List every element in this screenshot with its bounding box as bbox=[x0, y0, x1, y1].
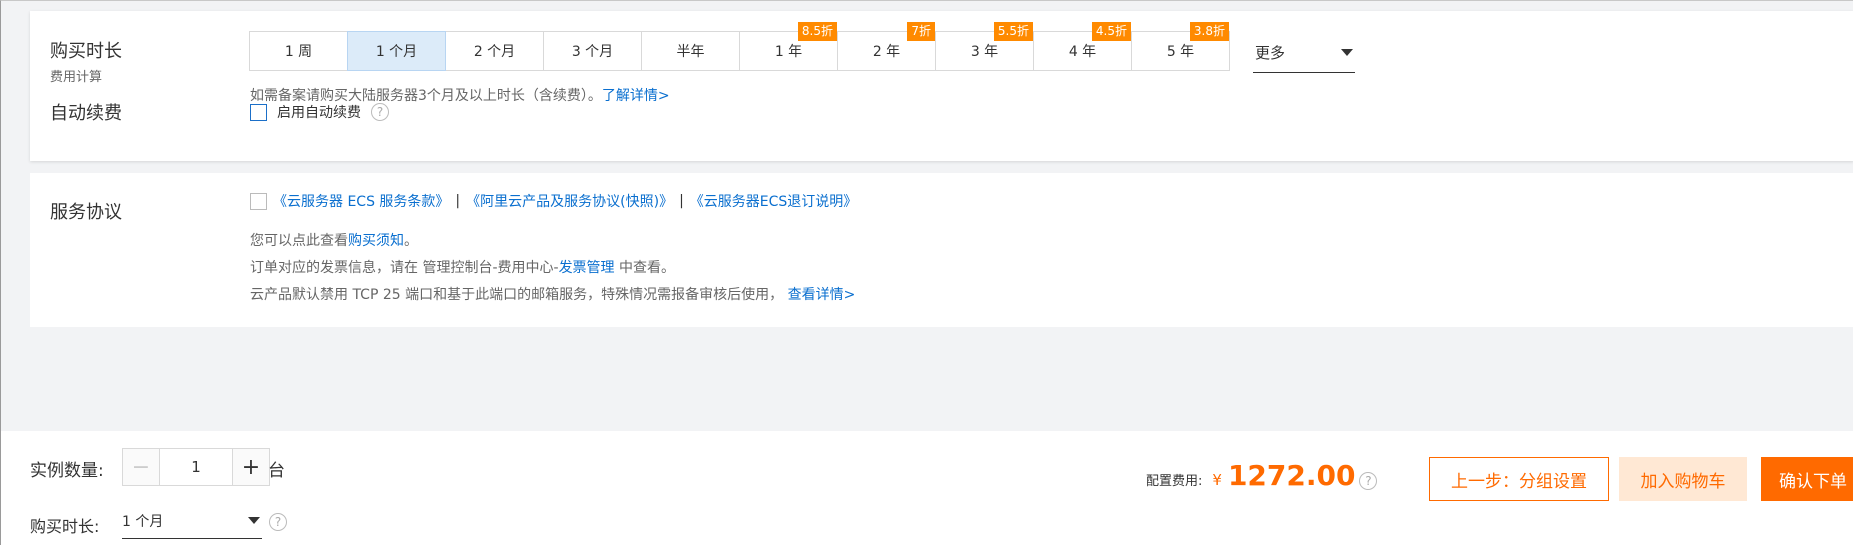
discount-badge: 7折 bbox=[907, 22, 935, 41]
period-option[interactable]: 2 个月 bbox=[445, 31, 544, 71]
fee-label: 配置费用: bbox=[1146, 474, 1203, 489]
increase-button[interactable]: + bbox=[232, 448, 270, 486]
agreement-links-row: 《云服务器 ECS 服务条款》 | 《阿里云产品及服务协议(快照)》 | 《云服… bbox=[250, 191, 857, 211]
auto-renew-row: 启用自动续费 ? bbox=[250, 102, 389, 122]
purchase-notice-text: 您可以点此查看 bbox=[250, 233, 348, 249]
fee-amount: 1272.00 bbox=[1227, 459, 1356, 492]
period-option[interactable]: 5 年 3.8折 bbox=[1131, 22, 1230, 71]
tcp25-line: 云产品默认禁用 TCP 25 端口和基于此端口的邮箱服务，特殊情况需报备审核后使… bbox=[250, 284, 855, 304]
invoice-management-link[interactable]: 发票管理 bbox=[559, 260, 615, 276]
auto-renew-checkbox[interactable] bbox=[250, 103, 267, 121]
period-option-label: 2 个月 bbox=[473, 44, 516, 60]
purchase-notice-link[interactable]: 购买须知 bbox=[348, 233, 404, 249]
tcp25-details-link[interactable]: 查看详情> bbox=[788, 287, 856, 303]
period-option-label: 2 年 bbox=[872, 44, 901, 60]
aliyun-agreement-link[interactable]: 《阿里云产品及服务协议(快照)》 bbox=[466, 191, 673, 211]
discount-badge: 8.5折 bbox=[797, 22, 837, 41]
fee-calc-label: 费用计算 bbox=[50, 70, 103, 85]
invoice-line: 订单对应的发票信息，请在 管理控制台-费用中心-发票管理 中查看。 bbox=[250, 257, 675, 277]
period-option[interactable]: 3 年 5.5折 bbox=[935, 22, 1034, 71]
quantity-label: 实例数量: bbox=[30, 461, 104, 481]
period-option-label: 1 周 bbox=[284, 44, 313, 60]
bottom-duration-label: 购买时长: bbox=[30, 517, 100, 536]
fee-summary: 配置费用: ¥ 1272.00 ? bbox=[1146, 459, 1378, 492]
period-option[interactable]: 2 年 7折 bbox=[837, 22, 936, 71]
prev-step-button[interactable]: 上一步：分组设置 bbox=[1429, 457, 1609, 501]
add-to-cart-button[interactable]: 加入购物车 bbox=[1619, 457, 1747, 501]
period-option-label: 4 年 bbox=[1068, 44, 1097, 60]
help-icon[interactable]: ? bbox=[371, 103, 389, 121]
discount-badge: 5.5折 bbox=[993, 22, 1033, 41]
bottom-duration-value: 1 个月 bbox=[122, 513, 164, 530]
discount-badge: 4.5折 bbox=[1091, 22, 1131, 41]
invoice-text: 订单对应的发票信息，请在 管理控制台-费用中心- bbox=[250, 260, 559, 276]
discount-badge: 3.8折 bbox=[1189, 22, 1229, 41]
agreement-checkbox[interactable] bbox=[250, 192, 267, 210]
auto-renew-checkbox-label: 启用自动续费 bbox=[277, 105, 361, 121]
link-separator: | bbox=[679, 193, 684, 209]
ecs-terms-link[interactable]: 《云服务器 ECS 服务条款》 bbox=[273, 191, 449, 211]
link-separator: | bbox=[455, 193, 461, 209]
period-option[interactable]: 1 周 bbox=[249, 31, 348, 71]
period-option-label: 3 个月 bbox=[571, 44, 614, 60]
period-option-label: 半年 bbox=[676, 44, 705, 60]
quantity-input[interactable]: 1 bbox=[160, 448, 232, 486]
more-periods-select[interactable]: 更多 bbox=[1253, 33, 1355, 73]
decrease-button[interactable]: − bbox=[122, 448, 160, 486]
period-option-label: 5 年 bbox=[1166, 44, 1195, 60]
quantity-stepper: − 1 + bbox=[122, 448, 270, 486]
purchase-notice-suffix: 。 bbox=[404, 233, 418, 249]
agreement-card: 服务协议 《云服务器 ECS 服务条款》 | 《阿里云产品及服务协议(快照)》 … bbox=[30, 173, 1853, 327]
quantity-unit: 台 bbox=[268, 461, 285, 481]
period-option-label: 3 年 bbox=[970, 44, 999, 60]
period-selector: 1 周1 个月 2 个月 3 个月 半年 1 年 8.5折 2 年 7折 3 年 5.5折 4 年4… bbox=[249, 22, 1230, 71]
currency-symbol: ¥ bbox=[1212, 471, 1222, 489]
duration-card: 购买时长 费用计算 1 周1 个月 2 个月 3 个月 半年 1 年 8.5折 2 年 7折 3… bbox=[30, 11, 1853, 161]
auto-renew-label: 自动续费 bbox=[50, 103, 122, 124]
help-icon[interactable]: ? bbox=[269, 513, 287, 531]
filing-learn-more-link[interactable]: 了解详情> bbox=[602, 88, 670, 104]
help-icon[interactable]: ? bbox=[1359, 472, 1378, 490]
order-bottom-bar: 实例数量: − 1 + 台 购买时长: 1 个月 ? 配置费用: ¥ 1272.… bbox=[1, 431, 1853, 545]
refund-policy-link[interactable]: 《云服务器ECS退订说明》 bbox=[690, 191, 858, 211]
period-option[interactable]: 4 年 4.5折 bbox=[1033, 22, 1132, 71]
period-option[interactable]: 1 年 8.5折 bbox=[739, 22, 838, 71]
period-option[interactable]: 半年 bbox=[641, 31, 740, 71]
period-option[interactable]: 1 个月 bbox=[347, 31, 446, 71]
period-option-label: 1 个月 bbox=[375, 44, 418, 60]
period-option-label: 1 年 bbox=[774, 44, 803, 60]
caret-down-icon bbox=[1341, 49, 1353, 56]
caret-down-icon bbox=[248, 517, 260, 524]
duration-label: 购买时长 bbox=[50, 41, 122, 62]
period-option[interactable]: 3 个月 bbox=[543, 31, 642, 71]
purchase-notice-line: 您可以点此查看购买须知。 bbox=[250, 230, 418, 250]
agreement-label: 服务协议 bbox=[50, 202, 122, 223]
more-periods-label: 更多 bbox=[1255, 44, 1286, 62]
invoice-suffix: 中查看。 bbox=[614, 260, 676, 276]
bottom-duration-select[interactable]: 1 个月 bbox=[122, 503, 262, 539]
confirm-order-button[interactable]: 确认下单 bbox=[1761, 457, 1853, 501]
tcp25-text: 云产品默认禁用 TCP 25 端口和基于此端口的邮箱服务，特殊情况需报备审核后使… bbox=[250, 287, 784, 303]
